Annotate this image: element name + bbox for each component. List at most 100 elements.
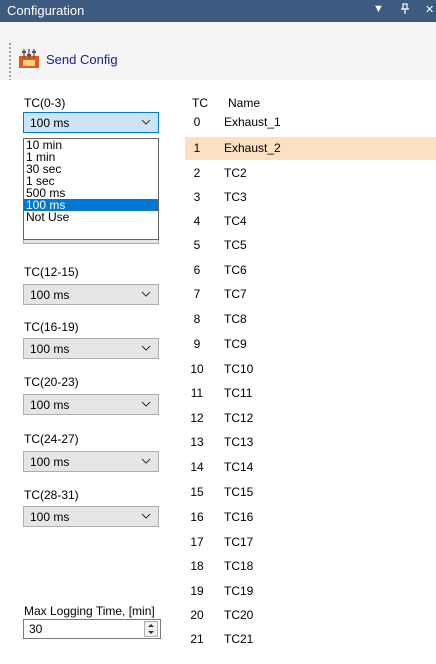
- interval-value: 100 ms: [30, 116, 70, 130]
- dropdown-option[interactable]: Not Use: [24, 211, 158, 223]
- spinner-buttons: [144, 621, 158, 637]
- max-logging-value: 30: [29, 622, 43, 636]
- chevron-down-icon: [141, 458, 151, 464]
- spin-up-icon[interactable]: [145, 622, 157, 629]
- interval-value: 100 ms: [30, 510, 70, 524]
- interval-select[interactable]: 100 ms: [23, 394, 159, 415]
- group-label: TC(0-3): [24, 96, 66, 110]
- chevron-down-icon: [141, 119, 151, 125]
- row-tc: 3: [193, 190, 201, 204]
- group-label: TC(16-19): [24, 320, 79, 334]
- row-name: TC17: [224, 535, 254, 549]
- group-label: TC(28-31): [24, 488, 79, 502]
- table-row[interactable]: 0 Exhaust_1: [185, 111, 436, 134]
- table-row[interactable]: 14 TC14: [185, 456, 436, 479]
- column-header-name: Name: [228, 96, 261, 110]
- table-row[interactable]: 10 TC10: [185, 358, 436, 381]
- row-name: TC11: [224, 386, 253, 400]
- row-tc: 15: [190, 485, 204, 499]
- interval-value: 100 ms: [30, 398, 70, 412]
- interval-value: 100 ms: [30, 455, 70, 469]
- table-row[interactable]: 7 TC7: [185, 283, 436, 306]
- row-tc: 17: [190, 535, 204, 549]
- table-row[interactable]: 5 TC5: [185, 234, 436, 257]
- table-row[interactable]: 19 TC19: [185, 580, 436, 603]
- row-name: TC10: [224, 362, 254, 376]
- max-logging-label: Max Logging Time, [min]: [24, 604, 155, 618]
- row-tc: 8: [193, 312, 201, 326]
- table-row[interactable]: 6 TC6: [185, 259, 436, 282]
- table-row[interactable]: 11 TC11: [185, 382, 436, 405]
- interval-dropdown-list: 10 min 1 min 30 sec 1 sec 500 ms 100 ms …: [23, 138, 159, 240]
- table-row[interactable]: 16 TC16: [185, 506, 436, 529]
- dropdown-arrow-icon[interactable]: ▼: [373, 3, 384, 15]
- title-bar: Configuration ▼ ✕: [0, 0, 436, 22]
- column-header-tc: TC: [192, 96, 208, 110]
- group-label: TC(12-15): [24, 265, 79, 279]
- row-name: TC9: [224, 337, 247, 351]
- close-icon[interactable]: ✕: [425, 3, 434, 16]
- chevron-down-icon: [141, 401, 151, 407]
- row-name: TC15: [224, 485, 254, 499]
- table-row[interactable]: 3 TC3: [185, 186, 436, 209]
- row-tc: 4: [193, 214, 201, 228]
- interval-value: 100 ms: [30, 288, 70, 302]
- row-name: TC3: [224, 190, 247, 204]
- interval-select[interactable]: 100 ms: [23, 451, 159, 472]
- row-name: TC5: [224, 238, 247, 252]
- row-name: TC21: [224, 632, 254, 646]
- row-tc: 9: [193, 337, 201, 351]
- max-logging-spinner[interactable]: 30: [23, 619, 161, 639]
- row-tc: 2: [193, 166, 201, 180]
- row-name: TC14: [224, 460, 254, 474]
- table-row[interactable]: 2 TC2: [185, 162, 436, 185]
- row-name: TC7: [224, 287, 247, 301]
- row-tc: 5: [193, 238, 201, 252]
- group-label: TC(20-23): [24, 375, 79, 389]
- hidden-combo-edge: [23, 240, 159, 244]
- row-name: TC6: [224, 263, 247, 277]
- row-name: TC20: [224, 608, 254, 622]
- table-row[interactable]: 4 TC4: [185, 210, 436, 233]
- row-name: TC18: [224, 559, 254, 573]
- interval-select[interactable]: 100 ms: [23, 338, 159, 359]
- spin-down-icon[interactable]: [145, 629, 157, 636]
- window-title: Configuration: [7, 3, 85, 18]
- row-name: TC16: [224, 510, 254, 524]
- row-tc: 0: [193, 115, 201, 129]
- row-tc: 6: [193, 263, 201, 277]
- chevron-down-icon: [141, 513, 151, 519]
- table-row[interactable]: 20 TC20: [185, 604, 436, 627]
- table-row[interactable]: 21 TC21: [185, 628, 436, 651]
- pin-icon[interactable]: [400, 3, 410, 18]
- interval-select[interactable]: 100 ms: [23, 506, 159, 527]
- send-config-button[interactable]: Send Config: [18, 44, 118, 74]
- row-name: Exhaust_1: [224, 115, 281, 129]
- table-row[interactable]: 17 TC17: [185, 531, 436, 554]
- row-tc: 21: [190, 632, 204, 646]
- row-tc: 1: [193, 141, 201, 155]
- row-tc: 18: [190, 559, 204, 573]
- row-name: TC13: [224, 435, 254, 449]
- table-row[interactable]: 18 TC18: [185, 555, 436, 578]
- interval-value: 100 ms: [30, 342, 70, 356]
- row-tc: 13: [190, 435, 204, 449]
- row-name: TC19: [224, 584, 254, 598]
- table-row[interactable]: 13 TC13: [185, 431, 436, 454]
- row-name: TC12: [224, 411, 254, 425]
- table-row[interactable]: 9 TC9: [185, 333, 436, 356]
- row-tc: 11: [190, 386, 204, 400]
- row-tc: 7: [193, 287, 201, 301]
- row-tc: 10: [190, 362, 204, 376]
- toolbar-grip[interactable]: [9, 42, 11, 80]
- table-row-selected[interactable]: 1 Exhaust_2: [185, 137, 436, 160]
- table-row[interactable]: 8 TC8: [185, 308, 436, 331]
- send-config-icon: [18, 47, 40, 72]
- table-row[interactable]: 12 TC12: [185, 407, 436, 430]
- row-name: TC2: [224, 166, 247, 180]
- interval-select[interactable]: 100 ms: [23, 112, 159, 133]
- interval-select[interactable]: 100 ms: [23, 284, 159, 305]
- table-row[interactable]: 15 TC15: [185, 481, 436, 504]
- group-label: TC(24-27): [24, 432, 79, 446]
- row-name: Exhaust_2: [224, 141, 281, 155]
